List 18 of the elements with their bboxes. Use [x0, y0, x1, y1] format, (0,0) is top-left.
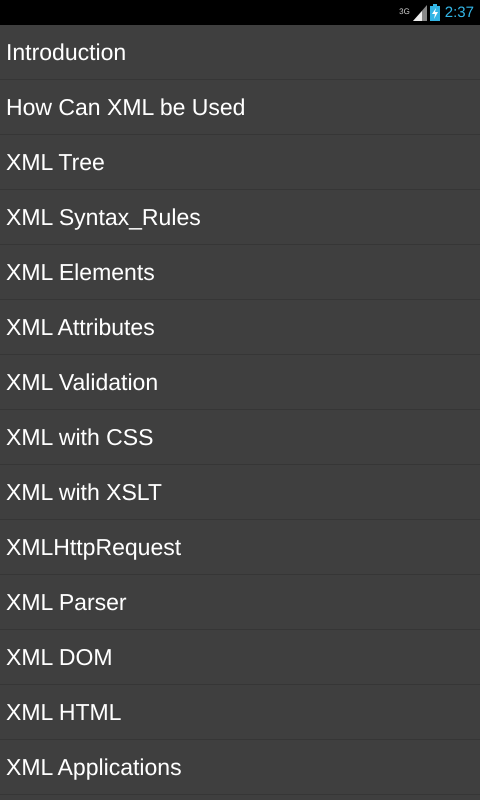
list-item[interactable]: XML HTML	[0, 685, 480, 740]
list-item[interactable]: How Can XML be Used	[0, 80, 480, 135]
list-item[interactable]: XML Elements	[0, 245, 480, 300]
list-item[interactable]: XML Syntax_Rules	[0, 190, 480, 245]
list-item[interactable]: XML Validation	[0, 355, 480, 410]
list-item[interactable]: XML Attributes	[0, 300, 480, 355]
list-item[interactable]: XML Applications	[0, 740, 480, 795]
list-item[interactable]: XML Tree	[0, 135, 480, 190]
list-item[interactable]: XML DOM	[0, 630, 480, 685]
list-item[interactable]: XML with CSS	[0, 410, 480, 465]
network-type: 3G	[399, 8, 410, 16]
list-item[interactable]: Introduction	[0, 25, 480, 80]
list-item[interactable]: XMLHttpRequest	[0, 520, 480, 575]
list-item[interactable]: XML with XSLT	[0, 465, 480, 520]
signal-icon	[412, 4, 427, 20]
clock: 2:37	[444, 4, 474, 21]
list-item[interactable]: XML Parser	[0, 575, 480, 630]
battery-icon	[430, 4, 440, 21]
